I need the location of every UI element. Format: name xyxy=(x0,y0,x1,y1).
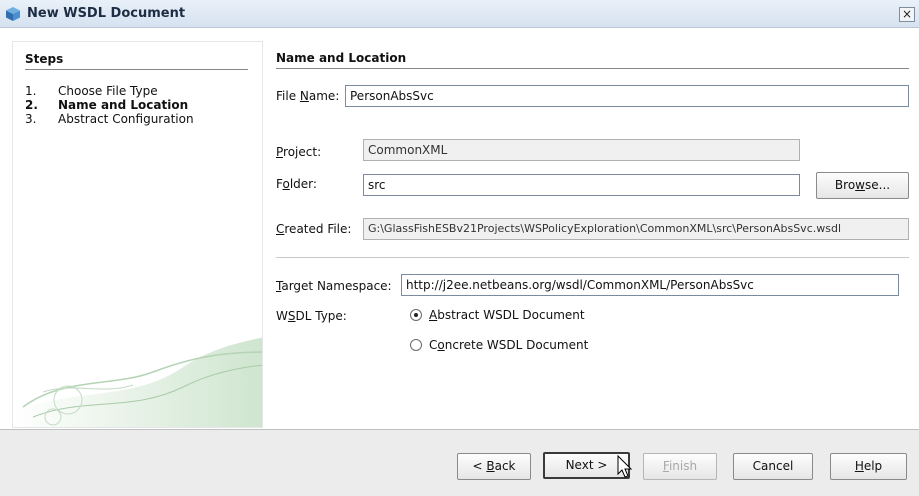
title-bar: New WSDL Document × xyxy=(0,0,919,28)
wsdl-cube-icon xyxy=(6,7,20,21)
help-button[interactable]: Help xyxy=(830,453,907,480)
browse-button[interactable]: Browse... xyxy=(816,172,909,199)
content-panel: Name and Location File Name: PersonAbsSv… xyxy=(263,41,919,428)
radio-unselected-icon[interactable] xyxy=(410,339,422,351)
target-namespace-input[interactable]: http://j2ee.netbeans.org/wsdl/CommonXML/… xyxy=(401,274,899,296)
steps-panel: Steps 1. Choose File Type 2. Name and Lo… xyxy=(12,41,263,428)
decorative-swirl-graphic xyxy=(13,337,262,427)
target-namespace-label: Target Namespace: xyxy=(276,279,392,293)
created-file-field: G:\GlassFishESBv21Projects\WSPolicyExplo… xyxy=(363,218,909,240)
step-number: 1. xyxy=(25,84,37,98)
project-label: Project: xyxy=(276,145,322,159)
file-name-label: File Name: xyxy=(276,89,340,103)
step-number: 2. xyxy=(25,98,38,112)
concrete-wsdl-label: Concrete WSDL Document xyxy=(429,338,589,352)
folder-input[interactable]: src xyxy=(363,174,800,196)
step-label: Choose File Type xyxy=(58,84,158,98)
section-heading: Name and Location xyxy=(276,51,407,65)
radio-selected-icon[interactable] xyxy=(410,309,422,321)
step-label: Abstract Configuration xyxy=(58,112,194,126)
abstract-wsdl-label: Abstract WSDL Document xyxy=(429,308,585,322)
cancel-button[interactable]: Cancel xyxy=(733,453,813,480)
steps-list: 1. Choose File Type 2. Name and Location… xyxy=(25,84,194,126)
wsdl-type-label: WSDL Type: xyxy=(276,309,347,323)
button-bar: < Back Next > Finish Cancel Help xyxy=(0,429,919,496)
finish-button[interactable]: Finish xyxy=(643,453,717,480)
back-button[interactable]: < Back xyxy=(457,453,531,480)
step-label: Name and Location xyxy=(58,98,189,112)
created-file-label: Created File: xyxy=(276,222,352,236)
steps-heading: Steps xyxy=(25,52,64,66)
section-divider xyxy=(276,68,909,69)
step-item-3: 3. Abstract Configuration xyxy=(25,112,194,126)
folder-label: Folder: xyxy=(276,177,317,191)
file-name-input[interactable]: PersonAbsSvc xyxy=(345,85,909,107)
step-item-1: 1. Choose File Type xyxy=(25,84,194,98)
project-field: CommonXML xyxy=(363,139,800,161)
window-title: New WSDL Document xyxy=(27,6,186,21)
close-button[interactable]: × xyxy=(899,7,915,22)
concrete-wsdl-radio[interactable]: Concrete WSDL Document xyxy=(410,338,588,354)
step-item-2: 2. Name and Location xyxy=(25,98,194,112)
section-separator xyxy=(276,257,909,258)
close-icon: × xyxy=(901,7,913,21)
mouse-pointer-icon xyxy=(617,455,633,478)
step-number: 3. xyxy=(25,112,37,126)
abstract-wsdl-radio[interactable]: Abstract WSDL Document xyxy=(410,308,585,324)
steps-divider xyxy=(25,69,248,70)
